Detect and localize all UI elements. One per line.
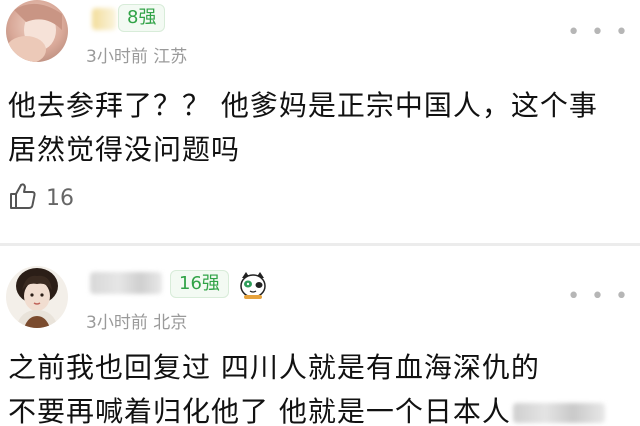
username[interactable]	[92, 8, 116, 30]
comment-line: 他去参拜了？？ 他爹妈是正宗中国人，这个事	[8, 89, 598, 122]
like-button[interactable]: 16	[8, 180, 74, 216]
avatar[interactable]	[6, 0, 68, 62]
comment-line: 居然觉得没问题吗	[8, 133, 241, 166]
avatar[interactable]	[6, 266, 68, 328]
comment-text: 之前我也回复过 四川人就是有血海深仇的 不要再喊着归化他了 他就是一个日本人	[8, 346, 605, 426]
rank-badge: 8强	[118, 4, 166, 32]
comment-location: 北京	[153, 313, 188, 333]
comment-meta: 3小时前 江苏	[86, 42, 187, 67]
comment-item: 16强 3小时前 北京 • • • 之前我也回复过 四川人就是有血海深仇的 不要…	[0, 246, 640, 426]
thumbs-up-icon	[8, 181, 38, 215]
like-count: 16	[46, 185, 74, 211]
more-icon[interactable]: • • •	[567, 20, 630, 45]
username[interactable]	[90, 272, 162, 294]
comment-time: 3小时前	[86, 313, 148, 333]
comment-meta: 3小时前 北京	[86, 308, 187, 333]
comment-time: 3小时前	[86, 47, 148, 67]
rank-badge: 16强	[170, 270, 229, 298]
comment-text: 他去参拜了？？ 他爹妈是正宗中国人，这个事 居然觉得没问题吗	[8, 84, 598, 172]
comment-line-wrap: 不要再喊着归化他了 他就是一个日本人	[8, 390, 605, 426]
comment-location: 江苏	[153, 47, 188, 67]
comment-line: 之前我也回复过 四川人就是有血海深仇的	[8, 351, 540, 384]
redacted-text	[512, 403, 605, 423]
comment-line: 不要再喊着归化他了 他就是一个日本人	[8, 395, 511, 426]
comment-item: 8强 3小时前 江苏 • • • 他去参拜了？？ 他爹妈是正宗中国人，这个事 居…	[0, 0, 640, 244]
cat-sticker-icon	[238, 270, 268, 300]
more-icon[interactable]: • • •	[567, 284, 630, 309]
comment-feed: 8强 3小时前 江苏 • • • 他去参拜了？？ 他爹妈是正宗中国人，这个事 居…	[0, 0, 640, 426]
